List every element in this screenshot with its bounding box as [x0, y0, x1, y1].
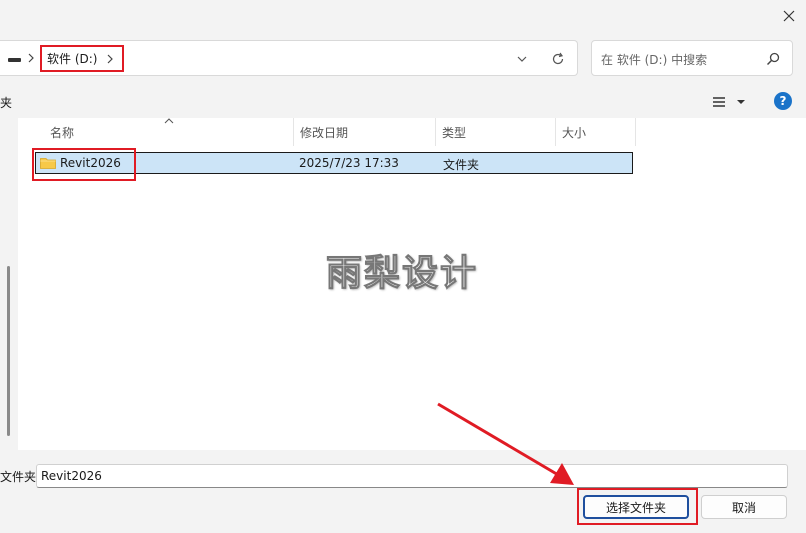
file-type: 文件夹 — [443, 158, 480, 172]
sort-ascending-icon — [164, 118, 174, 124]
column-headers: 名称 修改日期 类型 大小 — [18, 118, 806, 146]
search-input[interactable]: 在 软件 (D:) 中搜索 — [591, 40, 793, 76]
column-header-size[interactable]: 大小 — [556, 118, 636, 146]
refresh-icon[interactable] — [551, 52, 565, 66]
search-icon[interactable] — [766, 52, 780, 66]
annotation-highlight-row — [32, 148, 136, 181]
dialog-titlebar — [0, 0, 806, 34]
caret-down-icon[interactable] — [736, 98, 746, 106]
chevron-down-icon[interactable] — [516, 54, 528, 64]
address-bar[interactable]: 软件 (D:) — [0, 40, 578, 76]
help-icon[interactable]: ? — [774, 92, 792, 110]
command-toolbar: 夹 ? — [0, 86, 806, 118]
column-header-name-label: 名称 — [50, 125, 75, 140]
file-modified: 2025/7/23 17:33 — [299, 156, 399, 170]
column-header-modified[interactable]: 修改日期 — [294, 118, 436, 146]
search-placeholder: 在 软件 (D:) 中搜索 — [601, 53, 708, 67]
view-list-icon[interactable] — [712, 96, 726, 108]
watermark-text: 雨梨设计 — [325, 253, 479, 295]
chevron-right-icon[interactable] — [106, 54, 114, 64]
filename-input[interactable] — [36, 464, 788, 488]
breadcrumb-label: 软件 (D:) — [47, 52, 98, 66]
close-icon[interactable] — [777, 4, 801, 28]
column-header-type-label: 类型 — [442, 125, 467, 140]
filename-label: 文件夹: — [0, 470, 41, 484]
column-header-modified-label: 修改日期 — [300, 125, 349, 140]
column-header-size-label: 大小 — [562, 125, 587, 140]
breadcrumb-drive-d[interactable]: 软件 (D:) — [40, 45, 124, 72]
cancel-button[interactable]: 取消 — [701, 495, 787, 519]
chevron-right-icon[interactable] — [26, 52, 36, 64]
toolbar-new-folder-fragment[interactable]: 夹 — [0, 94, 12, 111]
nav-pane-scrollbar[interactable] — [7, 266, 10, 436]
select-folder-button[interactable]: 选择文件夹 — [583, 495, 689, 519]
dialog-footer: 文件夹: 选择文件夹 取消 — [0, 450, 806, 533]
drive-icon — [8, 58, 21, 62]
column-header-type[interactable]: 类型 — [436, 118, 556, 146]
